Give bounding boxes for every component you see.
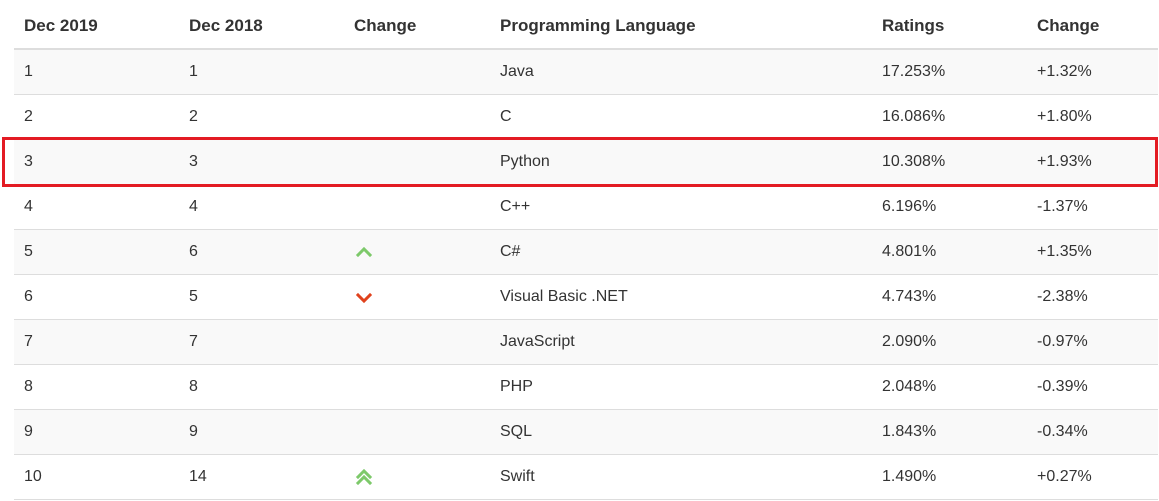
rank-2019-cell: 8 — [14, 364, 179, 410]
rank-2018-cell: 7 — [179, 319, 344, 365]
rating-cell: 6.196% — [872, 184, 1027, 230]
rank-2019-cell: 10 — [14, 454, 179, 500]
language-cell: C — [490, 94, 872, 140]
rank-2018-cell: 5 — [179, 274, 344, 320]
rank-2019-cell: 1 — [14, 49, 179, 95]
rank-2018-cell: 9 — [179, 409, 344, 455]
language-cell: Java — [490, 49, 872, 95]
trend-cell — [344, 184, 490, 230]
rating-cell: 4.801% — [872, 229, 1027, 275]
rating-cell: 2.048% — [872, 364, 1027, 410]
change-percent-cell: +1.80% — [1027, 94, 1158, 140]
change-percent-cell: -1.37% — [1027, 184, 1158, 230]
language-cell: C++ — [490, 184, 872, 230]
table-row: 9 9 SQL 1.843% -0.34% — [14, 409, 1158, 455]
chevron-up-icon — [354, 244, 374, 260]
trend-cell — [344, 229, 490, 275]
trend-cell — [344, 454, 490, 500]
rank-2018-cell: 1 — [179, 49, 344, 95]
change-percent-cell: -0.97% — [1027, 319, 1158, 365]
rank-2018-cell: 3 — [179, 139, 344, 185]
change-percent-cell: +1.32% — [1027, 49, 1158, 95]
language-cell: JavaScript — [490, 319, 872, 365]
language-cell: Visual Basic .NET — [490, 274, 872, 320]
table-header-row: Dec 2019 Dec 2018 Change Programming Lan… — [14, 3, 1158, 50]
table-row: 5 6 C# 4.801% +1.35% — [14, 229, 1158, 275]
rank-2019-cell: 6 — [14, 274, 179, 320]
rank-2019-cell: 2 — [14, 94, 179, 140]
rating-cell: 2.090% — [872, 319, 1027, 365]
change-percent-cell: -2.38% — [1027, 274, 1158, 320]
rank-2018-cell: 2 — [179, 94, 344, 140]
change-percent-cell: +1.35% — [1027, 229, 1158, 275]
table-row: 7 7 JavaScript 2.090% -0.97% — [14, 319, 1158, 365]
rank-2019-cell: 7 — [14, 319, 179, 365]
change-percent-cell: +0.27% — [1027, 454, 1158, 500]
rank-2018-cell: 8 — [179, 364, 344, 410]
rank-2019-cell: 5 — [14, 229, 179, 275]
header-programming-language: Programming Language — [490, 3, 872, 50]
change-percent-cell: -0.39% — [1027, 364, 1158, 410]
language-cell: SQL — [490, 409, 872, 455]
rating-cell: 16.086% — [872, 94, 1027, 140]
rank-2018-cell: 4 — [179, 184, 344, 230]
trend-cell — [344, 319, 490, 365]
table-row: 6 5 Visual Basic .NET 4.743% -2.38% — [14, 274, 1158, 320]
header-dec-2018: Dec 2018 — [179, 3, 344, 50]
rating-cell: 17.253% — [872, 49, 1027, 95]
rank-2018-cell: 6 — [179, 229, 344, 275]
double-chevron-up-icon — [354, 468, 374, 485]
trend-cell — [344, 49, 490, 95]
header-change-trend: Change — [344, 3, 490, 50]
table-body: 1 1 Java 17.253% +1.32% 2 2 C 16.086% +1.80% 3 3 Pyt… — [14, 49, 1158, 500]
rank-2019-cell: 9 — [14, 409, 179, 455]
table-row: 1 1 Java 17.253% +1.32% — [14, 49, 1158, 95]
ranking-table: Dec 2019 Dec 2018 Change Programming Lan… — [14, 3, 1158, 500]
rank-2019-cell: 3 — [14, 139, 179, 185]
rank-2018-cell: 14 — [179, 454, 344, 500]
change-percent-cell: -0.34% — [1027, 409, 1158, 455]
chevron-down-icon — [354, 289, 374, 305]
rating-cell: 4.743% — [872, 274, 1027, 320]
rating-cell: 1.490% — [872, 454, 1027, 500]
trend-cell — [344, 274, 490, 320]
rating-cell: 1.843% — [872, 409, 1027, 455]
rating-cell: 10.308% — [872, 139, 1027, 185]
header-dec-2019: Dec 2019 — [14, 3, 179, 50]
trend-cell — [344, 94, 490, 140]
table-row: 2 2 C 16.086% +1.80% — [14, 94, 1158, 140]
table-row: 3 3 Python 10.308% +1.93% — [14, 139, 1158, 185]
header-change-percent: Change — [1027, 3, 1158, 50]
rank-2019-cell: 4 — [14, 184, 179, 230]
language-cell: Swift — [490, 454, 872, 500]
language-cell: PHP — [490, 364, 872, 410]
trend-cell — [344, 139, 490, 185]
header-ratings: Ratings — [872, 3, 1027, 50]
trend-cell — [344, 409, 490, 455]
trend-cell — [344, 364, 490, 410]
language-cell: C# — [490, 229, 872, 275]
language-cell: Python — [490, 139, 872, 185]
table-row: 8 8 PHP 2.048% -0.39% — [14, 364, 1158, 410]
change-percent-cell: +1.93% — [1027, 139, 1158, 185]
table-row: 10 14 Swift 1.490% +0.27% — [14, 454, 1158, 500]
table-row: 4 4 C++ 6.196% -1.37% — [14, 184, 1158, 230]
